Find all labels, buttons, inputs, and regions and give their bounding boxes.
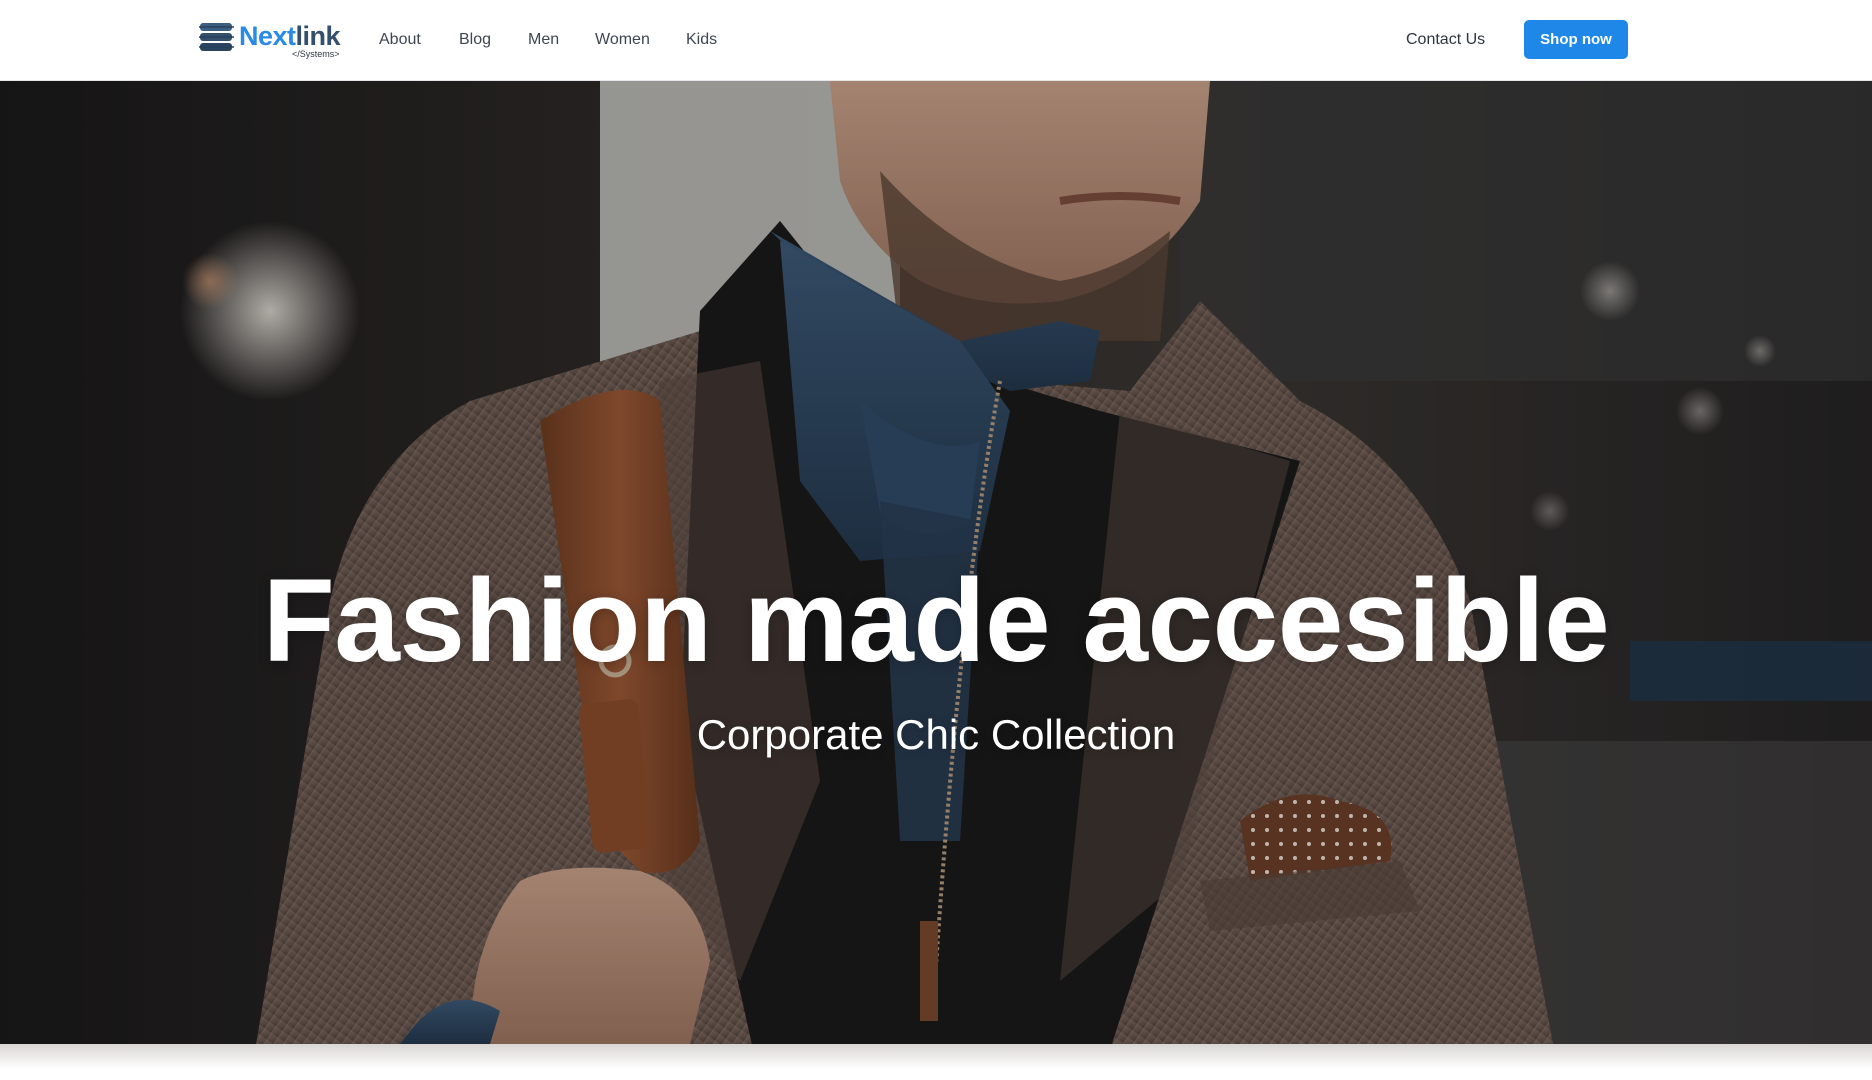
brand-name: Nextlink: [239, 21, 341, 51]
hero-section: Fashion made accesible Corporate Chic Co…: [0, 81, 1872, 1044]
server-stack-icon: [199, 23, 234, 51]
nav-kids[interactable]: Kids: [686, 28, 717, 52]
shop-now-button[interactable]: Shop now: [1524, 20, 1628, 59]
contact-us-link[interactable]: Contact Us: [1406, 28, 1485, 52]
brand-tagline: </Systems>: [292, 49, 340, 59]
site-header: Nextlink </Systems> About Blog Men Women…: [0, 0, 1872, 81]
nav-men[interactable]: Men: [528, 28, 559, 52]
hero-title: Fashion made accesible: [262, 555, 1610, 687]
hero-subtitle: Corporate Chic Collection: [696, 711, 1176, 758]
section-shadow: [0, 1044, 1872, 1080]
brand-logo[interactable]: Nextlink </Systems>: [198, 20, 348, 60]
nav-about[interactable]: About: [379, 28, 421, 52]
nav-blog[interactable]: Blog: [459, 28, 491, 52]
nav-women[interactable]: Women: [595, 28, 650, 52]
